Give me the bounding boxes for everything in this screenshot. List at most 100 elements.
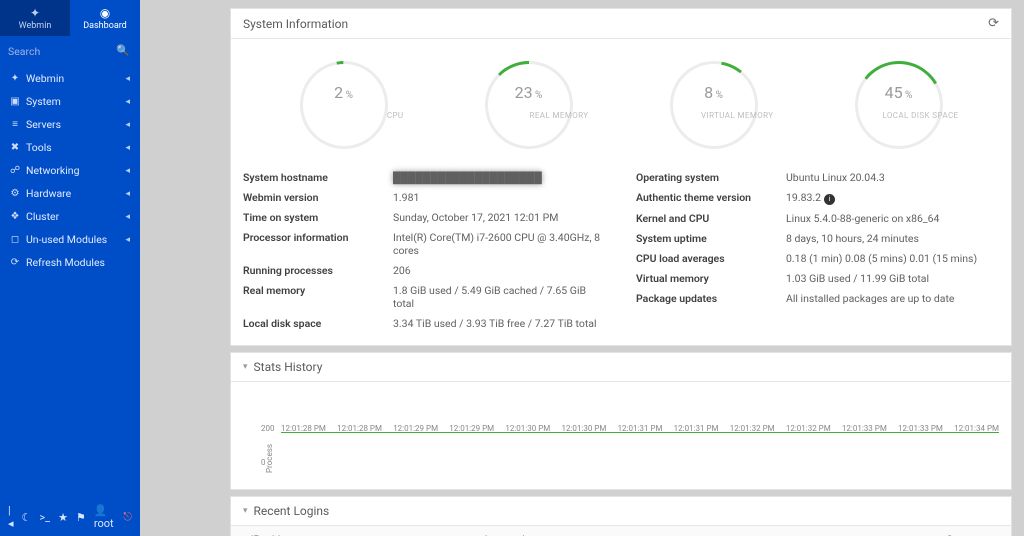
nav-item-system[interactable]: ▣System◂ bbox=[0, 90, 140, 113]
info-row: System uptime8 days, 10 hours, 24 minute… bbox=[636, 228, 999, 248]
expand-icon: ◂ bbox=[125, 166, 130, 176]
info-row: CPU load averages0.18 (1 min) 0.08 (5 mi… bbox=[636, 248, 999, 268]
logins-head-row: ⇅IP address⇅Last active at⇅State bbox=[231, 526, 1011, 536]
top-tabs: ✦Webmin ◉Dashboard bbox=[0, 0, 140, 36]
gauge-circle: 8 % bbox=[670, 61, 758, 149]
gauge-label: REAL MEMORY bbox=[509, 111, 589, 120]
gauge-circle: 2 % bbox=[300, 61, 388, 149]
nav-item-un-used-modules[interactable]: ◻Un-used Modules◂ bbox=[0, 228, 140, 251]
info-value[interactable]: 206 bbox=[393, 264, 606, 277]
bookmark-icon[interactable]: ⚑ bbox=[76, 511, 86, 524]
sidebar: ✦Webmin ◉Dashboard 🔍 ✦Webmin◂▣System◂≡Se… bbox=[0, 0, 140, 536]
nav-label: Webmin bbox=[26, 72, 119, 85]
nav-label: Cluster bbox=[26, 210, 119, 223]
info-value[interactable]: Sunday, October 17, 2021 12:01 PM bbox=[393, 211, 606, 224]
bottom-bar: |◂ ☾ >_ ★ ⚑ 👤 root ⎋ bbox=[0, 498, 140, 536]
gauge-value: 8 % bbox=[670, 83, 758, 102]
y-axis-label: Process bbox=[265, 444, 274, 473]
terminal-icon[interactable]: >_ bbox=[39, 511, 50, 524]
y-tick-min: 0 bbox=[261, 458, 266, 467]
nav-icon: ❖ bbox=[10, 211, 20, 222]
nav-item-hardware[interactable]: ⚙Hardware◂ bbox=[0, 182, 140, 205]
stats-header[interactable]: ▾Stats History bbox=[231, 353, 1011, 382]
info-value: ████████████████████ bbox=[393, 171, 606, 184]
info-value: 1.8 GiB used / 5.49 GiB cached / 7.65 Gi… bbox=[393, 284, 606, 310]
logins-col[interactable]: ⇅IP address bbox=[231, 526, 465, 536]
logins-header[interactable]: ▾Recent Logins bbox=[231, 497, 1011, 526]
gauge-value: 45 % bbox=[855, 83, 943, 102]
nav-icon: ☍ bbox=[10, 165, 20, 176]
gauge-arc bbox=[837, 43, 961, 167]
gauge-arc bbox=[466, 43, 590, 167]
panel-logins: ▾Recent Logins ⇅IP address⇅Last active a… bbox=[230, 496, 1012, 536]
logout-icon[interactable]: ⎋ bbox=[123, 510, 132, 524]
info-value: 19.83.2i bbox=[786, 191, 999, 205]
search-icon[interactable]: 🔍 bbox=[116, 44, 130, 57]
info-row: System hostname████████████████████ bbox=[243, 167, 606, 187]
sysinfo-header: System Information ⟳ bbox=[231, 9, 1011, 39]
star-icon[interactable]: ★ bbox=[58, 511, 68, 524]
webmin-icon: ✦ bbox=[30, 6, 40, 20]
refresh-icon[interactable]: ⟳ bbox=[988, 16, 999, 31]
sysinfo-title: System Information bbox=[243, 17, 988, 31]
nav-icon: ✖ bbox=[10, 142, 20, 153]
expand-icon: ◂ bbox=[125, 235, 130, 245]
info-value: Intel(R) Core(TM) i7-2600 CPU @ 3.40GHz,… bbox=[393, 231, 606, 257]
logins-col[interactable]: ⇅Last active at bbox=[465, 526, 777, 536]
info-value: 0.18 (1 min) 0.08 (5 mins) 0.01 (15 mins… bbox=[786, 252, 999, 265]
info-value: Linux 5.4.0-88-generic on x86_64 bbox=[786, 212, 999, 225]
nav-icon: ⚙ bbox=[10, 188, 20, 199]
nav-icon: ▣ bbox=[10, 96, 20, 107]
info-badge-icon[interactable]: i bbox=[824, 194, 835, 205]
info-right: Operating systemUbuntu Linux 20.04.3Auth… bbox=[636, 167, 999, 333]
tab-webmin-label: Webmin bbox=[19, 21, 52, 31]
info-key: Running processes bbox=[243, 264, 393, 277]
tab-webmin[interactable]: ✦Webmin bbox=[0, 0, 70, 36]
nav-item-networking[interactable]: ☍Networking◂ bbox=[0, 159, 140, 182]
gauge-value: 23 % bbox=[485, 83, 573, 102]
info-key: Package updates bbox=[636, 292, 786, 305]
expand-icon: ◂ bbox=[125, 74, 130, 84]
tab-dashboard[interactable]: ◉Dashboard bbox=[70, 0, 140, 36]
logins-col[interactable]: ⇅State bbox=[777, 526, 1011, 536]
panel-stats: ▾Stats History Process 200 0 12:01:28 PM… bbox=[230, 352, 1012, 490]
nav-item-refresh-modules[interactable]: ⟳Refresh Modules bbox=[0, 251, 140, 274]
panel-sysinfo: System Information ⟳ 2 %CPU 23 % REAL MEMO… bbox=[230, 8, 1012, 346]
info-key: Time on system bbox=[243, 211, 393, 224]
nav-item-webmin[interactable]: ✦Webmin◂ bbox=[0, 67, 140, 90]
nav-item-servers[interactable]: ≡Servers◂ bbox=[0, 113, 140, 136]
info-row: Authentic theme version19.83.2i bbox=[636, 187, 999, 208]
info-value[interactable]: All installed packages are up to date bbox=[786, 292, 999, 305]
info-value: 3.34 TiB used / 3.93 TiB free / 7.27 TiB… bbox=[393, 317, 606, 330]
info-row: Time on systemSunday, October 17, 2021 1… bbox=[243, 207, 606, 227]
user-label: root bbox=[94, 517, 114, 530]
nav-item-cluster[interactable]: ❖Cluster◂ bbox=[0, 205, 140, 228]
info-value[interactable]: 8 days, 10 hours, 24 minutes bbox=[786, 232, 999, 245]
info-value: Ubuntu Linux 20.04.3 bbox=[786, 171, 999, 184]
info-left: System hostname████████████████████Webmi… bbox=[243, 167, 606, 333]
info-row: Local disk space3.34 TiB used / 3.93 TiB… bbox=[243, 313, 606, 333]
info-key: Authentic theme version bbox=[636, 191, 786, 205]
user-icon[interactable]: 👤 root bbox=[94, 504, 115, 530]
gauges: 2 %CPU23 %REAL MEMORY8 %VIRTUAL MEMORY45… bbox=[231, 39, 1011, 161]
gauge-arc bbox=[293, 54, 395, 156]
info-key: Virtual memory bbox=[636, 272, 786, 285]
info-key: Webmin version bbox=[243, 191, 393, 204]
stats-title: Stats History bbox=[254, 360, 999, 374]
gauge-label: LOCAL DISK SPACE bbox=[879, 111, 959, 120]
gauge-cpu: 2 %CPU bbox=[284, 61, 404, 149]
collapse-icon[interactable]: |◂ bbox=[8, 504, 14, 530]
gauge-real-memory: 23 % REAL MEMORY bbox=[469, 61, 589, 149]
expand-icon: ◂ bbox=[125, 143, 130, 153]
info-key: Operating system bbox=[636, 171, 786, 184]
info-row: Webmin version1.981 bbox=[243, 187, 606, 207]
stats-chart: Process 200 0 12:01:28 PM12:01:28 PM12:0… bbox=[263, 424, 999, 479]
info-row: Package updatesAll installed packages ar… bbox=[636, 288, 999, 308]
info-key: System uptime bbox=[636, 232, 786, 245]
info-value: 1.981 bbox=[393, 191, 606, 204]
nav-label: Hardware bbox=[26, 187, 119, 200]
search-input[interactable] bbox=[8, 42, 132, 61]
nav-item-tools[interactable]: ✖Tools◂ bbox=[0, 136, 140, 159]
night-icon[interactable]: ☾ bbox=[22, 511, 32, 524]
chevron-down-icon: ▾ bbox=[243, 506, 248, 516]
